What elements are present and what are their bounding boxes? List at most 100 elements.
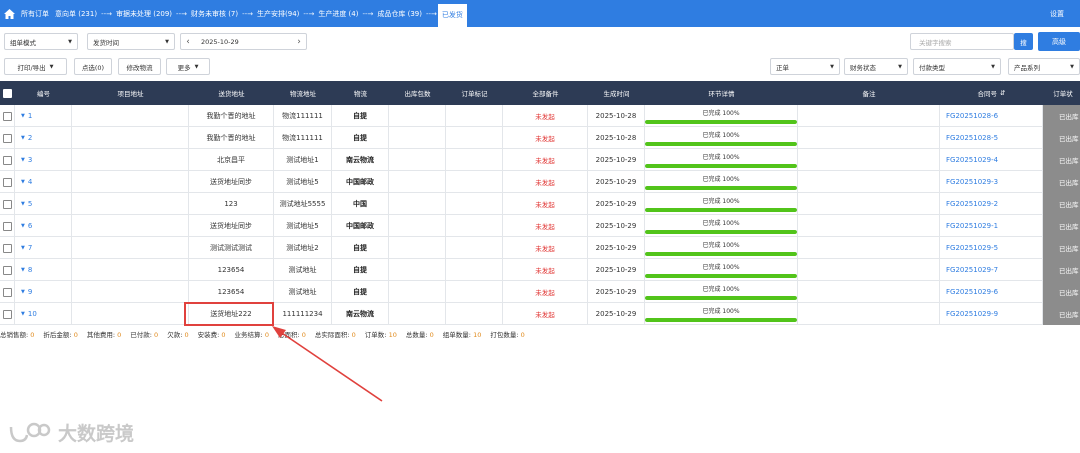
row-number[interactable]: ▼ 10 [15, 303, 72, 325]
row-checkbox-cell[interactable] [0, 303, 15, 325]
table-row[interactable]: ▼ 9 123654 测试地址 自提 未发起 2025-10-29 已完成 100% FG202… [0, 281, 1080, 303]
nav-tab-1[interactable]: 所有订单 [18, 0, 52, 27]
table-row[interactable]: ▼ 1 我勤个晋的地址 物流111111 自提 未发起 2025-10-28 已完成 100%… [0, 105, 1080, 127]
table-row[interactable]: ▼ 10 送货地址222 111111234 南云物流 未发起 2025-10-29 已完成 … [0, 303, 1080, 325]
nav-tab-2[interactable]: 意向单 (231) [52, 0, 100, 27]
row-number[interactable]: ▼ 2 [15, 127, 72, 149]
date-picker[interactable]: ‹ 2025-10-29 › [180, 33, 307, 50]
row-checkbox-cell[interactable] [0, 149, 15, 171]
contract-number-link[interactable]: FG20251028-6 [940, 105, 1043, 127]
contract-number-link[interactable]: FG20251029-3 [940, 171, 1043, 193]
row-checkbox-cell[interactable] [0, 281, 15, 303]
row-checkbox-cell[interactable] [0, 127, 15, 149]
contract-number-link[interactable]: FG20251029-4 [940, 149, 1043, 171]
row-checkbox[interactable] [2, 309, 12, 319]
expand-caret-icon[interactable]: ▼ [21, 223, 25, 229]
contract-number-link[interactable]: FG20251029-2 [940, 193, 1043, 215]
product-series-select[interactable]: 产品系列 ▼ [1008, 58, 1080, 75]
chevron-down-icon: ▼ [165, 38, 169, 45]
expand-caret-icon[interactable]: ▼ [21, 289, 25, 295]
nav-tab-3[interactable]: 审据未处理 (209) [113, 0, 175, 27]
expand-caret-icon[interactable]: ▼ [21, 267, 25, 273]
payment-type-select[interactable]: 付款类型 ▼ [913, 58, 1001, 75]
prev-date-icon[interactable]: ‹ [181, 37, 195, 47]
table-row[interactable]: ▼ 4 送货地址同步 测试地址5 中国邮政 未发起 2025-10-29 已完成 100% FG… [0, 171, 1080, 193]
settings-link[interactable]: 设置 [1050, 0, 1064, 27]
table-row[interactable]: ▼ 2 我勤个晋的地址 物流111111 自提 未发起 2025-10-28 已完成 100%… [0, 127, 1080, 149]
row-checkbox[interactable] [2, 265, 12, 275]
contract-number-link[interactable]: FG20251029-6 [940, 281, 1043, 303]
select-count-button[interactable]: 点选(0) [74, 58, 112, 75]
table-row[interactable]: ▼ 6 送货地址同步 测试地址5 中国邮政 未发起 2025-10-29 已完成 100% FG… [0, 215, 1080, 237]
contract-number-link[interactable]: FG20251028-5 [940, 127, 1043, 149]
nav-tab-6[interactable]: 生产进度 (4) [315, 0, 361, 27]
row-checkbox-cell[interactable] [0, 259, 15, 281]
row-checkbox[interactable] [2, 243, 12, 253]
action-bar: 打印/导出 ▼ 点选(0) 修改物流 更多 ▼ 正单 ▼ 财务状态 ▼ 付款类型 ▼ 产品… [4, 57, 1080, 76]
delivery-address-cell: 我勤个晋的地址 [189, 127, 274, 149]
row-checkbox[interactable] [2, 287, 12, 297]
row-number[interactable]: ▼ 9 [15, 281, 72, 303]
summary-value: 0 [30, 331, 35, 339]
row-checkbox-cell[interactable] [0, 237, 15, 259]
nav-tab-7[interactable]: 成品仓库 (39) [374, 0, 425, 27]
row-number[interactable]: ▼ 5 [15, 193, 72, 215]
order-mode-select[interactable]: 组单模式 ▼ [4, 33, 78, 50]
row-checkbox-cell[interactable] [0, 193, 15, 215]
expand-caret-icon[interactable]: ▼ [21, 113, 25, 119]
home-icon[interactable] [0, 0, 18, 27]
order-kind-select[interactable]: 正单 ▼ [770, 58, 840, 75]
summary-item: 总实际面积: 0 [315, 329, 356, 339]
row-checkbox[interactable] [2, 155, 12, 165]
more-button[interactable]: 更多 ▼ [166, 58, 210, 75]
contract-number-link[interactable]: FG20251029-7 [940, 259, 1043, 281]
contract-number-link[interactable]: FG20251029-9 [940, 303, 1043, 325]
expand-caret-icon[interactable]: ▼ [21, 135, 25, 141]
progress-label: 已完成 100% [702, 176, 740, 183]
select-all-checkbox[interactable] [3, 88, 12, 98]
table-row[interactable]: ▼ 3 北京昌平 测试地址1 南云物流 未发起 2025-10-29 已完成 100% FG20… [0, 149, 1080, 171]
row-checkbox[interactable] [2, 177, 12, 187]
print-export-button[interactable]: 打印/导出 ▼ [4, 58, 67, 75]
next-date-icon[interactable]: › [292, 37, 306, 47]
keyword-search-input[interactable]: 关键字搜索 [910, 33, 1014, 50]
expand-caret-icon[interactable]: ▼ [21, 245, 25, 251]
nav-tab-5[interactable]: 生产安排(94) [254, 0, 302, 27]
table-row[interactable]: ▼ 7 测试测试测试 测试地址2 自提 未发起 2025-10-29 已完成 100% FG20… [0, 237, 1080, 259]
expand-caret-icon[interactable]: ▼ [21, 311, 25, 317]
row-checkbox[interactable] [2, 199, 12, 209]
contract-number-link[interactable]: FG20251029-5 [940, 237, 1043, 259]
row-checkbox-cell[interactable] [0, 105, 15, 127]
expand-caret-icon[interactable]: ▼ [21, 179, 25, 185]
row-number[interactable]: ▼ 8 [15, 259, 72, 281]
finance-status-select[interactable]: 财务状态 ▼ [844, 58, 908, 75]
date-value[interactable]: 2025-10-29 [195, 38, 292, 46]
advanced-search-button[interactable]: 高级 [1038, 32, 1080, 51]
order-status-badge: 已出库 [1043, 215, 1080, 237]
contract-number-link[interactable]: FG20251029-1 [940, 215, 1043, 237]
table-row[interactable]: ▼ 5 123 测试地址5555 中国 未发起 2025-10-29 已完成 100% FG20… [0, 193, 1080, 215]
row-number[interactable]: ▼ 4 [15, 171, 72, 193]
nav-tab-8[interactable]: 已发货 [437, 4, 467, 27]
row-checkbox-cell[interactable] [0, 215, 15, 237]
row-number[interactable]: ▼ 1 [15, 105, 72, 127]
table-row[interactable]: ▼ 8 123654 测试地址 自提 未发起 2025-10-29 已完成 100% FG202… [0, 259, 1080, 281]
edit-logistics-button[interactable]: 修改物流 [118, 58, 161, 75]
row-number[interactable]: ▼ 7 [15, 237, 72, 259]
summary-value: 0 [264, 331, 269, 339]
expand-caret-icon[interactable]: ▼ [21, 157, 25, 163]
time-type-select[interactable]: 发货时间 ▼ [87, 33, 175, 50]
row-number[interactable]: ▼ 3 [15, 149, 72, 171]
sort-icon[interactable]: ⇵ [1000, 89, 1005, 97]
row-number[interactable]: ▼ 6 [15, 215, 72, 237]
nav-tab-4[interactable]: 财务未审核 (7) [188, 0, 241, 27]
header-select-all-cell[interactable] [0, 81, 15, 105]
row-checkbox[interactable] [2, 133, 12, 143]
row-checkbox[interactable] [2, 221, 12, 231]
row-checkbox-cell[interactable] [0, 171, 15, 193]
search-button[interactable]: 搜 [1014, 33, 1033, 50]
expand-caret-icon[interactable]: ▼ [21, 201, 25, 207]
order-kind-value: 正单 [776, 63, 789, 72]
delivery-address-cell: 送货地址同步 [189, 171, 274, 193]
row-checkbox[interactable] [2, 111, 12, 121]
